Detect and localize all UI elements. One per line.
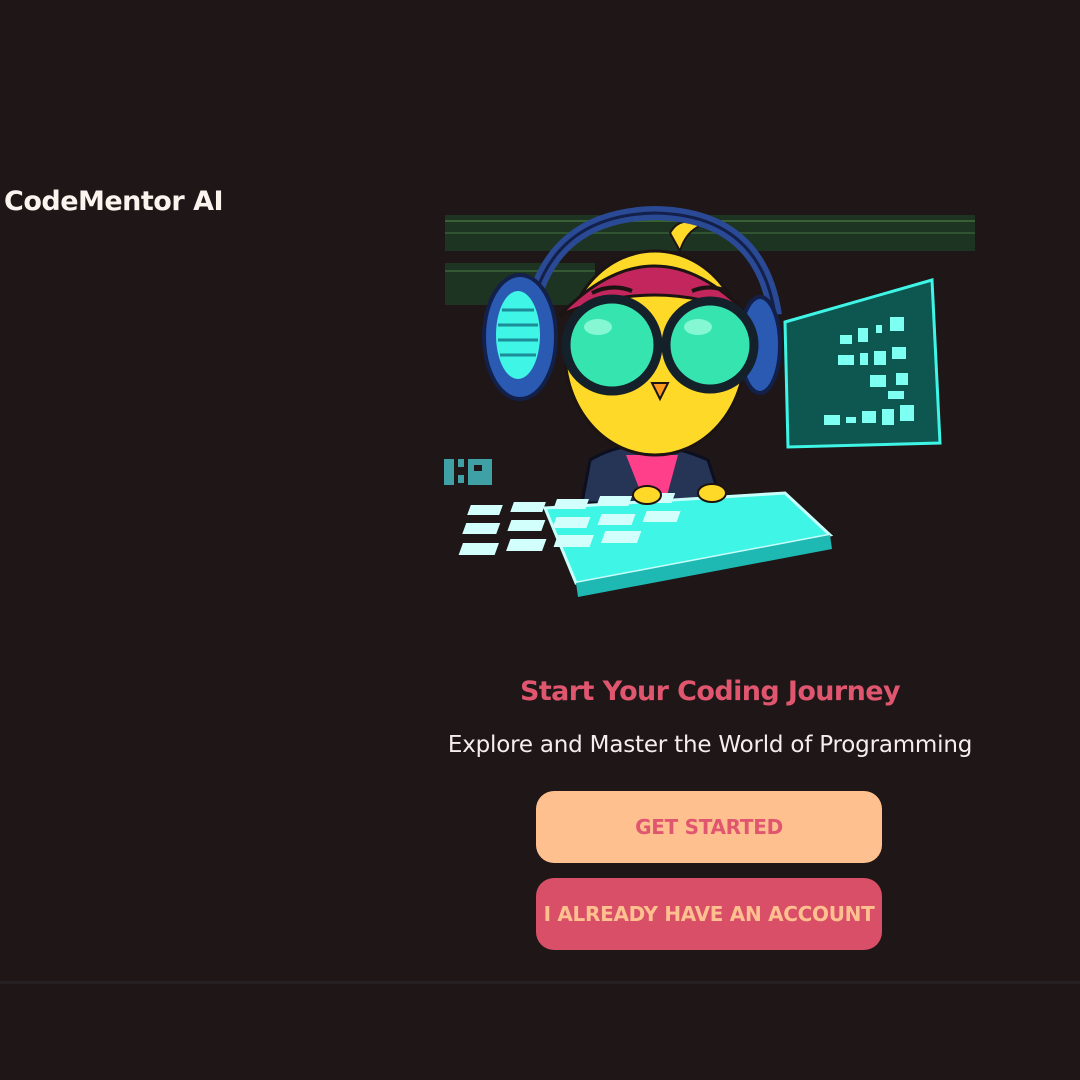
mascot-goggle-right — [661, 296, 759, 394]
pixel-glyph — [444, 459, 492, 485]
hero-subtitle: Explore and Master the World of Programm… — [447, 732, 973, 758]
hero-title: Start Your Coding Journey — [520, 676, 901, 707]
glitch-bar — [445, 270, 595, 272]
have-account-button[interactable]: I ALREADY HAVE AN ACCOUNT — [536, 878, 882, 950]
neon-keyboard — [458, 491, 834, 597]
mascot-goggle-left — [561, 294, 663, 396]
hero-illustration — [440, 205, 985, 600]
glitch-bar — [445, 232, 975, 234]
holo-monitor — [783, 278, 942, 449]
bottom-divider — [0, 981, 1080, 984]
app-brand-title: CodeMentor AI — [4, 186, 224, 217]
get-started-button[interactable]: GET STARTED — [536, 791, 882, 863]
